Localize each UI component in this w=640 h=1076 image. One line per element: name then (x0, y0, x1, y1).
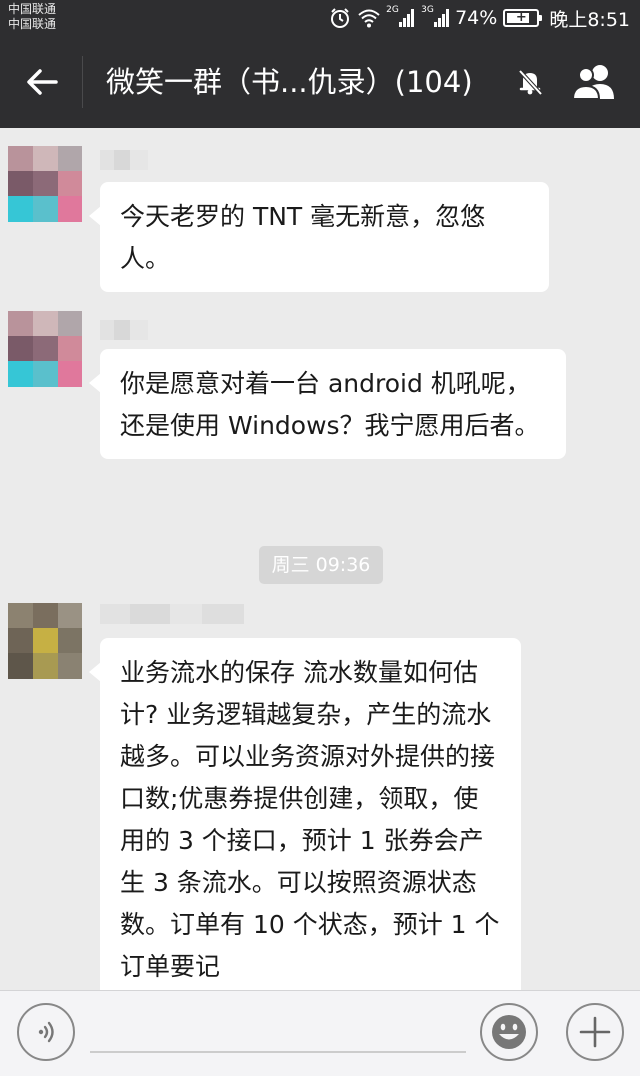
signal-icon-1: 2G (386, 5, 415, 27)
chat-title: 微笑一群（书...仇录）(104) (106, 65, 473, 99)
more-button[interactable] (566, 1003, 624, 1061)
message-bubble[interactable]: 今天老罗的 TNT 毫无新意，忽悠人。 (89, 182, 549, 292)
mute-indicator (510, 62, 550, 102)
voice-button[interactable] (17, 1003, 75, 1061)
status-bar: 中国联通 中国联通 2G 3G 74% + 晚上8:51 (0, 0, 640, 36)
carrier-2: 中国联通 (8, 17, 57, 31)
message-bubble[interactable]: 你是愿意对着一台 android 机吼呢，还是使用 Windows？我宁愿用后者… (89, 349, 566, 459)
wifi-icon (358, 9, 380, 28)
network-type-2: 3G (421, 5, 434, 15)
alarm-icon (331, 8, 350, 28)
sender-nickname (100, 320, 148, 340)
message-bubble[interactable]: 业务流水的保存 流水数量如何估计? 业务逻辑越复杂，产生的流水越多。可以业务资源… (89, 638, 521, 990)
message-input[interactable] (90, 1001, 466, 1053)
group-members-button[interactable] (566, 60, 622, 104)
clock-time: 晚上8:51 (549, 8, 630, 31)
avatar[interactable] (8, 603, 82, 679)
status-icons: 2G 3G 74% + 晚上8:51 (329, 5, 630, 31)
message-text: 业务流水的保存 流水数量如何估计? 业务逻辑越复杂，产生的流水越多。可以业务资源… (120, 658, 500, 981)
avatar[interactable] (8, 311, 82, 387)
sender-nickname (100, 150, 148, 170)
voice-icon (38, 1021, 54, 1043)
chat-messages[interactable]: 今天老罗的 TNT 毫无新意，忽悠人。 你是愿意对着一台 android 机吼呢… (0, 128, 640, 990)
message-text: 你是愿意对着一台 android 机吼呢，还是使用 Windows？我宁愿用后者… (120, 369, 540, 440)
carrier-info: 中国联通 中国联通 (8, 2, 56, 32)
plus-icon (579, 1016, 611, 1048)
input-bar (0, 990, 640, 1076)
back-arrow-icon (27, 69, 58, 95)
battery-percent: 74% (455, 7, 498, 29)
chat-header: 微笑一群（书...仇录）(104) (0, 36, 640, 128)
battery-icon: + (503, 9, 543, 27)
header-divider (82, 56, 83, 108)
timestamp-divider: 周三 09:36 (259, 546, 383, 584)
carrier-1: 中国联通 (8, 2, 57, 16)
mute-bell-icon (518, 69, 543, 96)
group-members-icon (571, 65, 614, 100)
sender-nickname (100, 604, 244, 624)
signal-icon-2: 3G (421, 5, 450, 27)
message-text: 今天老罗的 TNT 毫无新意，忽悠人。 (120, 202, 486, 273)
avatar[interactable] (8, 146, 82, 222)
network-type-1: 2G (386, 5, 399, 15)
back-button[interactable] (18, 58, 66, 106)
emoji-icon (492, 1015, 526, 1049)
emoji-button[interactable] (480, 1003, 538, 1061)
